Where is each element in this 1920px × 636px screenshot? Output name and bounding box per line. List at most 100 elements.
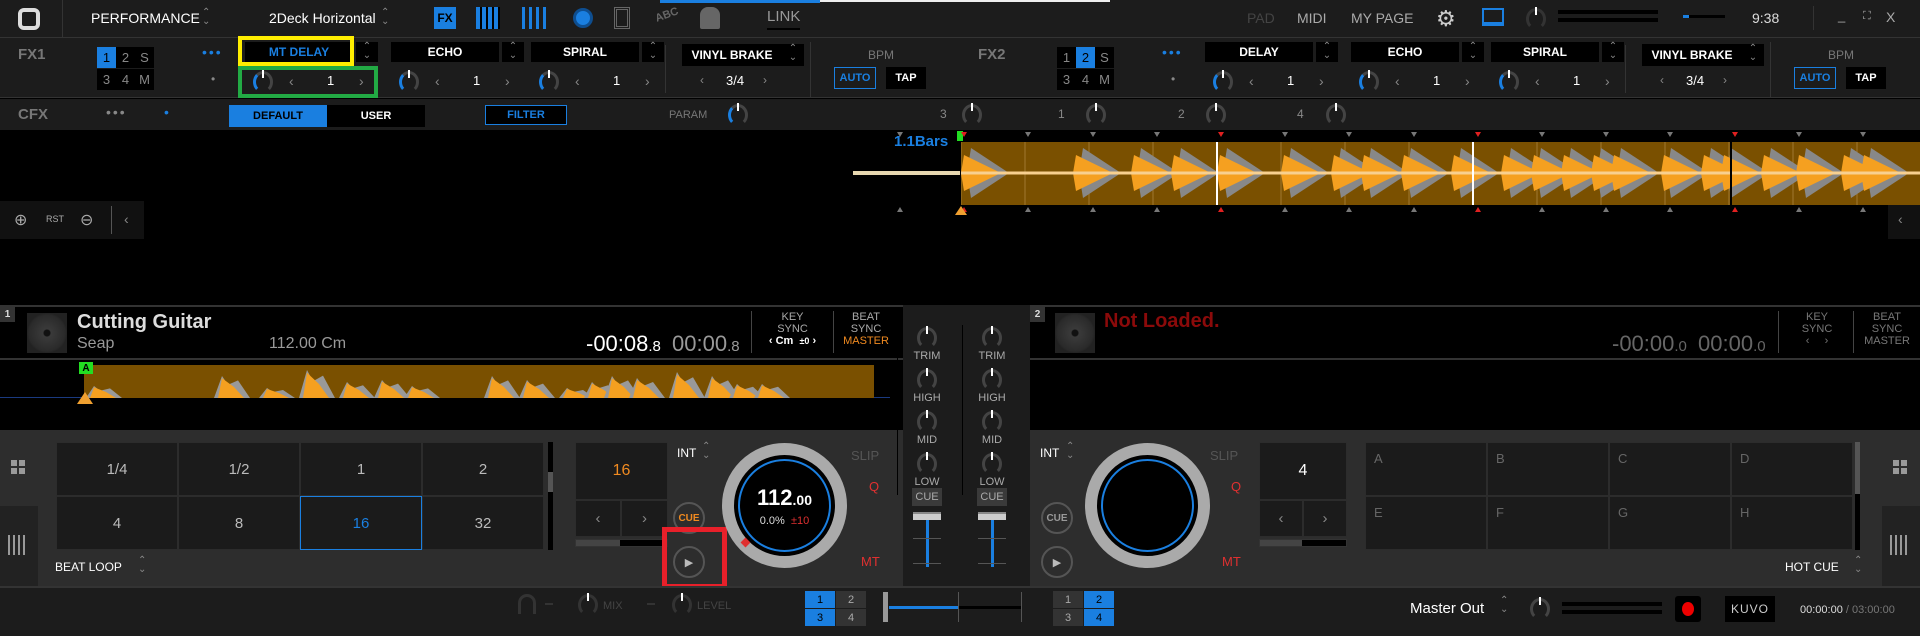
zoom-in-icon[interactable]: ⊕ [14, 210, 27, 230]
crossfader-handle[interactable] [883, 592, 888, 622]
fx-dot-icon[interactable]: • [1171, 72, 1175, 86]
pad-grid-icon[interactable] [11, 460, 25, 474]
fx-dots-icon[interactable]: ••• [1162, 44, 1183, 60]
int-chevron-icon[interactable]: ⌃ ⌄ [1066, 442, 1074, 461]
deck1-loop-halve-button[interactable]: ‹ [575, 500, 621, 537]
main-waveform[interactable] [961, 142, 1920, 205]
deck1-overview-waveform[interactable] [84, 365, 874, 398]
ch1-low-knob[interactable] [917, 452, 937, 475]
fx1-auto-button[interactable]: AUTO [834, 67, 876, 89]
deck2-key-sync-button[interactable]: KEY SYNC ‹ › [1782, 311, 1852, 347]
pad-mode-chevron-icon[interactable]: ⌃ ⌄ [1854, 556, 1862, 575]
pad-mode-chevron-icon[interactable]: ⌃ ⌄ [138, 556, 146, 575]
pad-scrollbar[interactable] [1855, 442, 1860, 550]
cfx-channel-knob[interactable] [1326, 103, 1346, 126]
fx1-assign-1[interactable]: 1 [97, 47, 116, 68]
deck2-play-button[interactable]: ▶ [1041, 546, 1073, 578]
ch2-trim-knob[interactable] [982, 326, 1002, 349]
link-button[interactable]: LINK [767, 8, 801, 30]
hot-cue-pad[interactable]: D [1731, 442, 1853, 496]
ch2-channel-fader[interactable] [991, 513, 994, 567]
cfx-user-button[interactable]: USER [327, 105, 425, 127]
minimize-button[interactable]: _ [1838, 8, 1845, 23]
deck-assign-assign_right-4[interactable]: 4 [1084, 609, 1114, 626]
increment-icon[interactable]: › [1723, 73, 1727, 87]
int-chevron-icon[interactable]: ⌃ ⌄ [702, 442, 710, 461]
deck-assign-assign_left-1[interactable]: 1 [805, 591, 835, 608]
ch1-cue-button[interactable]: CUE [912, 488, 942, 506]
deck1-quantize-button[interactable]: Q [869, 479, 879, 494]
mode-select[interactable]: PERFORMANCE [91, 10, 200, 26]
midi-button[interactable]: MIDI [1297, 10, 1327, 26]
increment-icon[interactable]: › [505, 73, 510, 89]
deck2-jog-wheel[interactable] [1085, 443, 1210, 568]
cfx-filter-button[interactable]: FILTER [485, 105, 567, 125]
collapse-right-icon[interactable]: ‹ [1888, 201, 1920, 239]
deck1-pad-mode-select[interactable]: BEAT LOOP [55, 560, 122, 574]
crossfader[interactable] [883, 592, 1028, 630]
fx2-assign-2[interactable]: 2 [1076, 47, 1095, 68]
beat-loop-pad[interactable]: 32 [422, 496, 544, 550]
fx1-slot2-knob[interactable] [399, 70, 419, 93]
slot-chevron-icon[interactable]: ⌃ ⌄ [642, 42, 664, 62]
fx1-release-select[interactable]: VINYL BRAKE [682, 44, 782, 66]
deck2-loop-double-button[interactable]: › [1303, 500, 1347, 537]
hot-cue-pad[interactable]: C [1609, 442, 1731, 496]
headphone-mix-knob[interactable] [578, 593, 598, 616]
increment-icon[interactable]: › [763, 73, 767, 87]
output-select[interactable]: Master Out [1410, 600, 1484, 617]
deck2-pad-mode-select[interactable]: HOT CUE [1785, 560, 1839, 574]
fx1-slot2-select[interactable]: ECHO [391, 42, 499, 62]
zoom-out-icon[interactable]: ⊖ [80, 210, 93, 230]
ch2-low-knob[interactable] [982, 452, 1002, 475]
fx2-slot2-knob[interactable] [1359, 70, 1379, 93]
fx1-assign-4[interactable]: 4 [116, 69, 135, 90]
waveform-view-icon[interactable] [8, 535, 28, 555]
ch2-high-knob[interactable] [982, 368, 1002, 391]
slot-chevron-icon[interactable]: ⌃ ⌄ [502, 42, 524, 62]
kuvo-button[interactable]: KUVO [1725, 596, 1775, 622]
fx2-tap-button[interactable]: TAP [1846, 67, 1886, 89]
decrement-icon[interactable]: ‹ [575, 73, 580, 89]
deck-assign-assign_right-3[interactable]: 3 [1053, 609, 1083, 626]
deck2-beat-sync-button[interactable]: BEAT SYNC MASTER [1856, 311, 1918, 347]
record-icon[interactable] [573, 8, 593, 28]
fx-dots-icon[interactable]: ••• [202, 44, 223, 60]
deck2-slip-button[interactable]: SLIP [1210, 448, 1238, 463]
beat-loop-pad[interactable]: 1 [300, 442, 422, 496]
headphone-level-knob[interactable] [672, 593, 692, 616]
decrement-icon[interactable]: ‹ [1249, 73, 1254, 89]
decrement-icon[interactable]: ‹ [1660, 73, 1664, 87]
mixer-icon[interactable] [522, 7, 550, 29]
deck2-quantize-button[interactable]: Q [1231, 479, 1241, 494]
deck1-master-tempo-button[interactable]: MT [861, 554, 880, 569]
deck2-loop-halve-button[interactable]: ‹ [1259, 500, 1303, 537]
fx1-assign-M[interactable]: M [135, 69, 154, 90]
fx1-tap-button[interactable]: TAP [886, 67, 926, 89]
decrement-icon[interactable]: ‹ [1395, 73, 1400, 89]
output-chevron-icon[interactable]: ⌃ ⌄ [1500, 596, 1508, 615]
my-page-button[interactable]: MY PAGE [1351, 10, 1414, 26]
layout-select[interactable]: 2Deck Horizontal [269, 10, 376, 26]
hot-cue-pad[interactable]: H [1731, 496, 1853, 550]
fx2-assign-1[interactable]: 1 [1057, 47, 1076, 68]
increment-icon[interactable]: › [645, 73, 650, 89]
ch1-mid-knob[interactable] [917, 410, 937, 433]
cfx-channel-knob[interactable] [1206, 103, 1226, 126]
close-button[interactable]: X [1886, 9, 1895, 25]
fx2-slot3-select[interactable]: SPIRAL [1491, 42, 1599, 62]
cfx-channel-knob[interactable] [1086, 103, 1106, 126]
fx2-assign-S[interactable]: S [1095, 47, 1114, 68]
ch1-channel-fader[interactable] [926, 513, 929, 567]
deck-assign-assign_left-3[interactable]: 3 [805, 609, 835, 626]
cfx-dot-icon[interactable]: • [164, 104, 169, 120]
ch2-mid-knob[interactable] [982, 410, 1002, 433]
waveform-playhead-icon[interactable] [955, 206, 967, 215]
decrement-icon[interactable]: ‹ [700, 73, 704, 87]
deck1-jog-wheel[interactable]: 112.00 0.0% ±10 [722, 443, 847, 568]
deck1-key-sync-button[interactable]: KEY SYNC ‹ Cm ±0 › [755, 311, 830, 347]
deck-assign-assign_right-2[interactable]: 2 [1084, 591, 1114, 608]
camera-icon[interactable] [700, 7, 720, 29]
maximize-button[interactable]: ⛶ [1863, 10, 1871, 23]
slot-chevron-icon[interactable]: ⌃ ⌄ [1602, 42, 1624, 62]
